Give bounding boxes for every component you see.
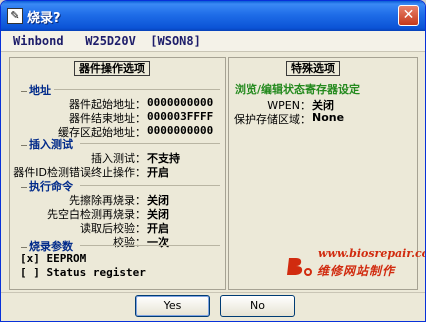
checkbox-mark: [x]: [20, 252, 40, 265]
row-erase-first: 先擦除再烧录：: [10, 192, 146, 207]
device-options-panel: 器件操作选项 地址 器件起始地址： 0000000000 器件结束地址： 000…: [9, 57, 226, 290]
divider: [54, 89, 220, 90]
window-title: 烧录?: [27, 11, 61, 26]
divider: [80, 245, 220, 246]
checkbox-label: EEPROM: [46, 252, 87, 265]
row-label: 校验：: [113, 236, 146, 249]
end-address-value: 000003FFFF: [147, 110, 213, 123]
device-name: Winbond W25D20V [WSON8]: [13, 34, 201, 48]
row-verify-after-read: 读取后校验：: [10, 220, 146, 235]
yes-button[interactable]: Yes: [135, 295, 210, 317]
checkbox-label: Status register: [46, 266, 146, 279]
status-register-checkbox[interactable]: [ ] Status register: [20, 266, 146, 279]
protect-area-value: None: [312, 111, 345, 124]
row-end-address: 器件结束地址：: [10, 110, 146, 125]
device-info-bar: Winbond W25D20V [WSON8]: [1, 31, 425, 52]
row-insert-test: 插入测试：: [10, 150, 146, 165]
divider: [80, 143, 220, 144]
start-address-value: 0000000000: [147, 96, 213, 109]
row-start-address: 器件起始地址：: [10, 96, 146, 111]
row-protect-area: 保护存储区域：: [229, 111, 311, 126]
special-options-title: 特殊选项: [286, 61, 340, 76]
row-label: 保护存储区域：: [234, 113, 311, 126]
buffer-address-value: 0000000000: [147, 124, 213, 137]
watermark-url: www.biosrepair.com: [318, 247, 425, 260]
watermark-text: 维修网站制作: [317, 264, 396, 278]
footer-divider: [1, 292, 425, 293]
app-icon: ✎: [7, 8, 23, 24]
bios-logo-icon: [287, 258, 312, 276]
status-register-heading[interactable]: 浏览/编辑状态寄存器设定: [235, 81, 360, 97]
divider: [80, 185, 220, 186]
row-wpen: WPEN：: [229, 97, 311, 112]
row-id-check: 器件ID检测错误终止操作：: [10, 164, 146, 179]
id-check-value: 开启: [147, 166, 169, 179]
verify-value: 一次: [147, 236, 169, 249]
row-value: 0000000000: [147, 96, 214, 109]
dialog-window: ✎ 烧录? ✕ Winbond W25D20V [WSON8] 器件操作选项 地…: [0, 0, 426, 322]
device-options-title: 器件操作选项: [74, 61, 150, 76]
checkbox-mark: [ ]: [20, 266, 40, 279]
close-button[interactable]: ✕: [398, 5, 419, 26]
row-value: 0000000000: [147, 124, 214, 137]
row-blank-check: 先空白检测再烧录：: [10, 206, 146, 221]
row-value: 000003FFFF: [147, 110, 214, 123]
title-bar[interactable]: ✎ 烧录? ✕: [1, 1, 425, 31]
eeprom-checkbox[interactable]: [x] EEPROM: [20, 252, 86, 265]
no-button[interactable]: No: [220, 295, 295, 317]
